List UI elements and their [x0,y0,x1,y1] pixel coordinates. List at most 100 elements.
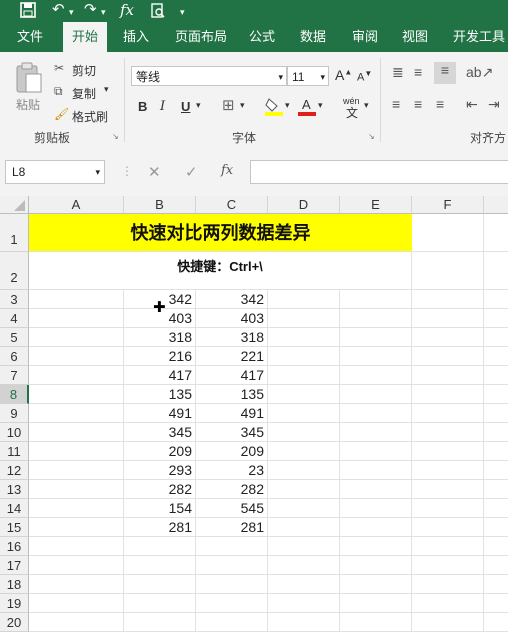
column-header-f[interactable]: F [412,196,484,214]
row-header[interactable]: 9 [0,404,29,423]
cell[interactable] [196,594,268,613]
tab-page-layout[interactable]: 页面布局 [166,22,236,52]
cell[interactable] [484,499,508,518]
tab-formulas[interactable]: 公式 [240,22,284,52]
cell[interactable] [29,613,124,632]
align-left-icon[interactable]: ≡ [392,96,400,112]
underline-button[interactable]: U [181,99,190,114]
sheet-title[interactable]: 快速对比两列数据差异 [29,214,412,252]
cell[interactable] [29,328,124,347]
row-header[interactable]: 1 [0,214,29,252]
cell[interactable]: 345 [196,423,268,442]
cell[interactable] [412,290,484,309]
cell[interactable]: 491 [124,404,196,423]
align-top-icon[interactable]: ≣ [392,64,404,81]
row-header[interactable]: 8 [0,385,29,404]
cell[interactable]: 345 [124,423,196,442]
cell[interactable] [268,537,340,556]
cell[interactable] [196,575,268,594]
sheet-subtitle[interactable]: 快捷键：Ctrl+\ [29,252,412,290]
cell[interactable]: 221 [196,347,268,366]
cell[interactable] [29,442,124,461]
row-header[interactable]: 20 [0,613,29,632]
row-header[interactable]: 3 [0,290,29,309]
cancel-icon[interactable]: ✕ [148,163,161,181]
cell[interactable] [29,309,124,328]
font-name-select[interactable]: 等线 ▾ [131,66,287,86]
cell[interactable] [484,252,508,290]
cell[interactable] [29,499,124,518]
italic-button[interactable]: I [160,99,165,114]
tab-review[interactable]: 审阅 [343,22,387,52]
cell[interactable] [340,518,412,537]
tab-view[interactable]: 视图 [393,22,437,52]
cell[interactable]: 216 [124,347,196,366]
cell[interactable] [412,518,484,537]
row-header[interactable]: 13 [0,480,29,499]
column-header-e[interactable]: E [340,196,412,214]
cell[interactable] [484,594,508,613]
cell[interactable] [268,366,340,385]
phonetic-guide-button[interactable]: wén 文 [343,96,360,121]
cell[interactable] [340,461,412,480]
cell[interactable]: 403 [196,309,268,328]
border-icon[interactable]: ⊞ [222,96,235,114]
cell[interactable]: 281 [124,518,196,537]
tab-developer[interactable]: 开发工具 [444,22,508,52]
align-center-icon[interactable]: ≡ [414,96,422,112]
tab-data[interactable]: 数据 [291,22,335,52]
cell[interactable] [484,575,508,594]
cell[interactable]: 209 [124,442,196,461]
cell[interactable]: 209 [196,442,268,461]
cell[interactable] [340,423,412,442]
cell[interactable] [340,328,412,347]
row-header[interactable]: 10 [0,423,29,442]
copy-button[interactable]: 复制 [72,85,96,102]
cell[interactable] [484,537,508,556]
cell[interactable] [412,404,484,423]
chevron-down-icon[interactable]: ▾ [285,100,290,111]
cell[interactable] [268,423,340,442]
row-header[interactable]: 16 [0,537,29,556]
cell[interactable] [340,556,412,575]
cell[interactable] [412,385,484,404]
customize-icon[interactable]: ▾ [180,2,185,22]
insert-function-button[interactable]: fx [221,163,233,178]
cell[interactable] [340,442,412,461]
decrease-indent-icon[interactable]: ⇤ [466,96,478,113]
cell[interactable] [340,480,412,499]
increase-font-size-button[interactable]: A▲ [335,67,352,83]
redo-icon[interactable]: ↷ [84,0,97,20]
cell[interactable]: 23 [196,461,268,480]
cell[interactable] [484,556,508,575]
cell[interactable] [29,347,124,366]
cell[interactable] [484,518,508,537]
row-header[interactable]: 4 [0,309,29,328]
cell[interactable]: 282 [196,480,268,499]
name-box[interactable]: L8 ▾ [5,160,105,184]
cell[interactable] [340,404,412,423]
cell[interactable] [196,556,268,575]
cell[interactable] [196,613,268,632]
font-color-button[interactable]: A [298,96,316,119]
cell[interactable] [412,575,484,594]
cell[interactable] [484,480,508,499]
orientation-icon[interactable]: ab↗ [466,64,493,81]
cell[interactable] [268,575,340,594]
row-header[interactable]: 12 [0,461,29,480]
cell[interactable] [268,480,340,499]
cell[interactable] [484,214,508,252]
cell[interactable] [29,366,124,385]
cell[interactable] [268,461,340,480]
cell[interactable] [124,594,196,613]
chevron-down-icon[interactable]: ▾ [240,100,245,111]
cell[interactable] [484,328,508,347]
dialog-launcher-icon[interactable]: ↘ [368,132,375,141]
row-header[interactable]: 6 [0,347,29,366]
font-size-select[interactable]: 11 ▾ [287,66,329,86]
cell[interactable] [29,461,124,480]
cell[interactable] [412,309,484,328]
row-header[interactable]: 19 [0,594,29,613]
cell[interactable] [196,537,268,556]
cell[interactable] [29,537,124,556]
